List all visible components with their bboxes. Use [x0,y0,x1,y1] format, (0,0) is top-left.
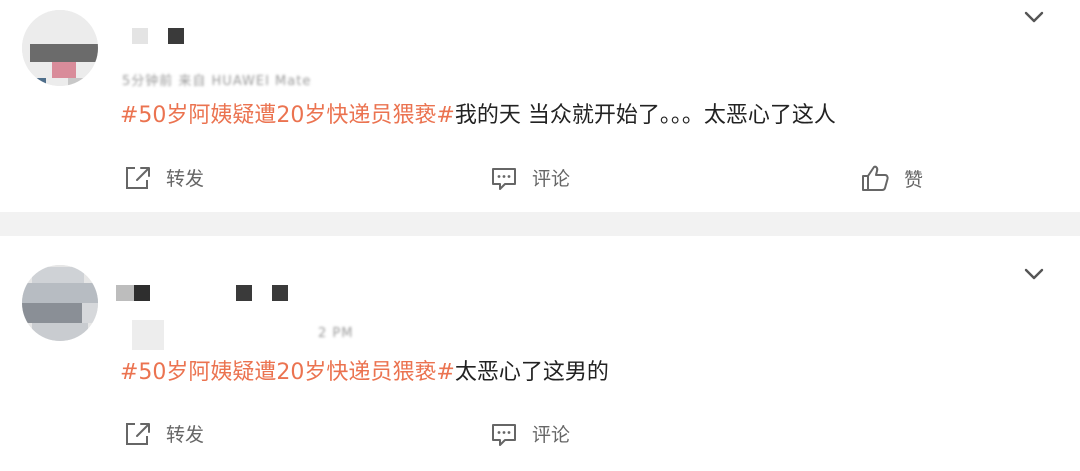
post-content: #50岁阿姨疑遭20岁快递员猥亵#太恶心了这男的 [120,357,609,389]
username-redacted[interactable] [116,285,296,301]
feed-separator [0,212,1080,236]
post-text: 太恶心了这男的 [454,360,609,385]
chevron-down-icon[interactable] [1022,262,1046,286]
post-meta: 2 PM [318,326,354,341]
forward-icon [126,422,150,445]
like-button[interactable]: 赞 [860,164,923,192]
forward-button[interactable]: 转发 [124,164,204,191]
post-meta: 5分钟前 来自 HUAWEI Mate [122,74,312,89]
feed-post: 2 PM #50岁阿姨疑遭20岁快递员猥亵#太恶心了这男的 转发 评论 [0,236,1080,471]
comment-label: 评论 [532,424,571,446]
forward-button[interactable]: 转发 [124,420,204,447]
avatar[interactable] [22,265,98,341]
post-content: #50岁阿姨疑遭20岁快递员猥亵#我的天 当众就开始了。。。太恶心了这人 [120,100,836,132]
comment-button[interactable]: 评论 [490,164,570,191]
comment-icon [492,167,516,190]
post-text: 我的天 当众就开始了。。。太恶心了这人 [454,103,836,128]
avatar[interactable] [22,10,98,86]
like-label: 赞 [904,168,924,191]
like-icon [862,165,889,191]
forward-label: 转发 [166,424,205,446]
hashtag-link[interactable]: #50岁阿姨疑遭20岁快递员猥亵# [120,360,455,385]
hashtag-link[interactable]: #50岁阿姨疑遭20岁快递员猥亵# [120,103,455,128]
feed-post: 5分钟前 来自 HUAWEI Mate #50岁阿姨疑遭20岁快递员猥亵#我的天… [0,0,1080,212]
chevron-down-icon[interactable] [1022,5,1046,29]
username-redacted[interactable] [132,28,192,44]
meta-redacted [132,320,164,350]
comment-label: 评论 [532,168,571,190]
comment-icon [492,423,516,446]
forward-icon [126,166,150,189]
forward-label: 转发 [166,168,205,190]
comment-button[interactable]: 评论 [490,420,570,447]
